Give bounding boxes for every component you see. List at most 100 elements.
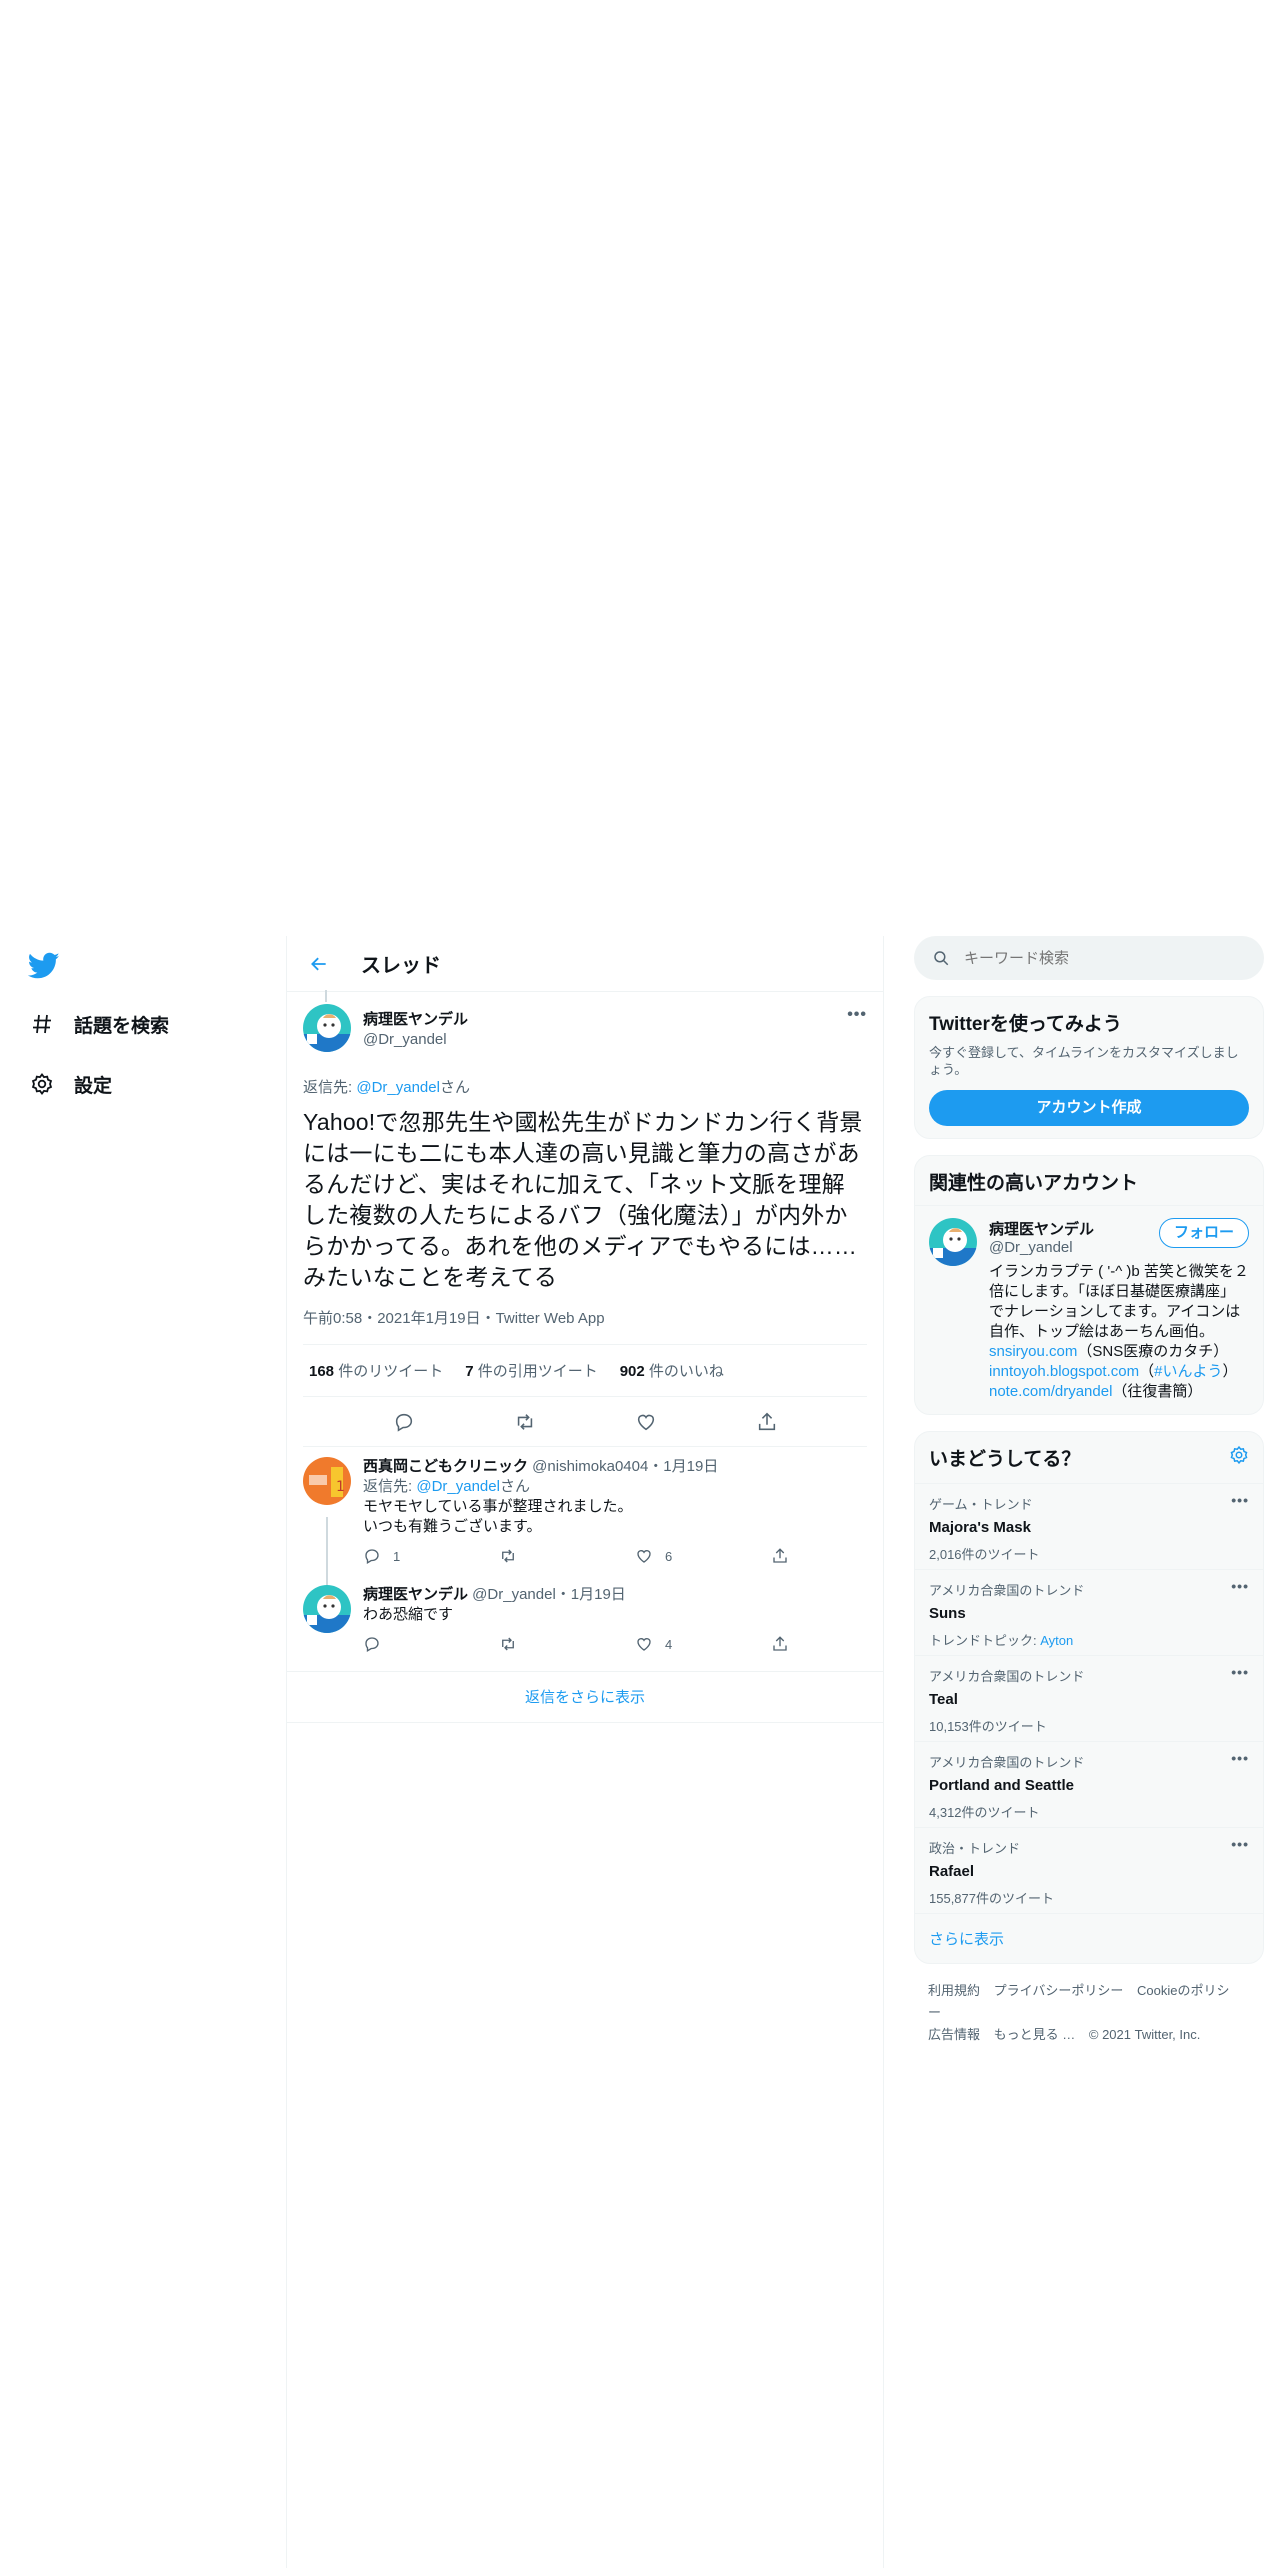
create-account-button[interactable]: アカウント作成: [929, 1090, 1249, 1126]
main-tweet: 病理医ヤンデル @Dr_yandel ••• 返信先: @Dr_yandelさん…: [287, 990, 883, 1447]
footer-ads-link[interactable]: 広告情報: [928, 2027, 980, 2042]
author-name[interactable]: 病理医ヤンデル: [363, 1008, 468, 1029]
like-button[interactable]: 4: [635, 1635, 771, 1653]
tweet-actions: [303, 1397, 867, 1447]
avatar[interactable]: [303, 1585, 351, 1633]
share-icon: [758, 1412, 775, 1430]
footer-terms-link[interactable]: 利用規約: [928, 1983, 980, 1998]
reply-button[interactable]: [386, 1404, 422, 1440]
trend-context: 政治・トレンド: [929, 1841, 1021, 1856]
trends-show-more-link[interactable]: さらに表示: [915, 1914, 1263, 1963]
back-button[interactable]: [301, 946, 337, 982]
signup-card: Twitterを使ってみよう 今すぐ登録して、タイムラインをカスタマイズしましょ…: [914, 996, 1264, 1139]
trend-topic-link[interactable]: Ayton: [1040, 1633, 1073, 1648]
more-options-icon[interactable]: •••: [1231, 1836, 1249, 1852]
footer-privacy-link[interactable]: プライバシーポリシー: [994, 1983, 1124, 1998]
reply-text-line: モヤモヤしている事が整理されました。: [363, 1498, 633, 1515]
svg-text:1: 1: [336, 1479, 345, 1495]
more-options-icon[interactable]: •••: [1231, 1664, 1249, 1680]
twitter-logo-icon[interactable]: [27, 952, 62, 982]
search-box[interactable]: [914, 936, 1264, 980]
reply-icon: [395, 1413, 412, 1432]
bio-hashtag-link[interactable]: #いんよう: [1154, 1363, 1222, 1380]
thread-column: スレッド 病理医ヤンデル @Dr_yandel ••• 返信先: @Dr_yan…: [286, 936, 884, 2568]
quote-count: 7: [465, 1363, 474, 1380]
related-account-name[interactable]: 病理医ヤンデル: [989, 1218, 1094, 1239]
related-accounts-card: 関連性の高いアカウント 病理医ヤンデル @Dr_yandel フォロー イランカ…: [914, 1155, 1264, 1415]
retweet-button[interactable]: [499, 1635, 635, 1653]
related-account-bio: イランカラプテ ( '-^ )b 苦笑と微笑を２倍にします。「ほぼ日基礎医療講座…: [989, 1262, 1249, 1402]
bio-link[interactable]: inntoyoh.blogspot.com: [989, 1363, 1139, 1380]
retweet-count-link[interactable]: 168 件のリツイート: [309, 1360, 443, 1381]
reply-author-handle[interactable]: @Dr_yandel・1月19日: [468, 1586, 626, 1603]
reply-mention-link[interactable]: @Dr_yandel: [416, 1478, 500, 1495]
reply-mention-link[interactable]: @Dr_yandel: [356, 1079, 440, 1096]
like-count-link[interactable]: 902 件のいいね: [620, 1360, 724, 1381]
show-more-replies-link[interactable]: 返信をさらに表示: [287, 1671, 883, 1723]
reply-tweet[interactable]: 病理医ヤンデル @Dr_yandel・1月19日 わあ恐縮です 4: [287, 1573, 883, 1661]
trends-settings-gear-icon[interactable]: [1229, 1445, 1249, 1470]
nav-explore[interactable]: 話題を検索: [28, 1004, 169, 1044]
follow-button[interactable]: フォロー: [1158, 1218, 1249, 1248]
retweet-button[interactable]: [507, 1404, 543, 1440]
author-handle[interactable]: @Dr_yandel: [363, 1031, 468, 1048]
bio-link[interactable]: note.com/dryandel: [989, 1383, 1112, 1400]
share-button[interactable]: [749, 1404, 785, 1440]
like-count: 902: [619, 1363, 645, 1380]
reply-button[interactable]: 1: [363, 1547, 499, 1565]
share-icon: [773, 1636, 787, 1651]
retweet-button[interactable]: [499, 1547, 635, 1565]
like-button[interactable]: 6: [635, 1547, 771, 1565]
footer-more-link[interactable]: もっと見る …: [994, 2027, 1076, 2042]
more-options-icon[interactable]: •••: [847, 1006, 867, 1024]
retweet-icon: [502, 1549, 514, 1563]
reply-to-line: 返信先: @Dr_yandelさん: [363, 1477, 907, 1497]
reply-author-name[interactable]: 西真岡こどもクリニック: [363, 1458, 528, 1475]
share-button[interactable]: [771, 1635, 907, 1653]
quote-count-link[interactable]: 7 件の引用ツイート: [465, 1360, 598, 1381]
avatar[interactable]: [303, 1004, 351, 1052]
trends-title: いまどうしてる？: [929, 1449, 1081, 1470]
bio-text: ）: [1222, 1363, 1238, 1380]
trend-item[interactable]: ゲーム・トレンド Majora's Mask 2,016件のツイート •••: [915, 1484, 1263, 1570]
related-account-handle[interactable]: @Dr_yandel: [989, 1239, 1094, 1256]
trend-topic-label: トレンドトピック:: [929, 1633, 1041, 1648]
trend-item[interactable]: 政治・トレンド Rafael 155,877件のツイート •••: [915, 1828, 1263, 1914]
thread-header: スレッド: [287, 936, 883, 992]
more-options-icon[interactable]: •••: [1231, 1492, 1249, 1508]
reply-author-name[interactable]: 病理医ヤンデル: [363, 1586, 468, 1603]
signup-title: Twitterを使ってみよう: [929, 1014, 1122, 1035]
like-count: 4: [665, 1636, 673, 1652]
more-options-icon[interactable]: •••: [1231, 1578, 1249, 1594]
trend-count: 4,312件のツイート: [929, 1805, 1040, 1820]
search-icon: [934, 951, 949, 966]
trend-count: トレンドトピック: Ayton: [929, 1630, 1249, 1649]
share-button[interactable]: [771, 1547, 907, 1565]
trend-item[interactable]: アメリカ合衆国のトレンド Suns トレンドトピック: Ayton •••: [915, 1570, 1263, 1656]
trend-item[interactable]: アメリカ合衆国のトレンド Teal 10,153件のツイート •••: [915, 1656, 1263, 1742]
trend-name: Majora's Mask: [929, 1519, 1031, 1536]
bio-link[interactable]: snsiryou.com: [989, 1343, 1077, 1360]
retweet-icon: [517, 1413, 532, 1430]
tweet-timestamp[interactable]: 午前0:58・2021年1月19日・Twitter Web App: [303, 1307, 867, 1345]
avatar[interactable]: [929, 1218, 977, 1266]
trend-name: Portland and Seattle: [929, 1777, 1075, 1794]
trend-item[interactable]: アメリカ合衆国のトレンド Portland and Seattle 4,312件…: [915, 1742, 1263, 1828]
reply-author-handle[interactable]: @nishimoka0404・1月19日: [528, 1458, 718, 1475]
reply-actions: 4: [363, 1627, 907, 1661]
like-button[interactable]: [628, 1404, 664, 1440]
thread-connector: [325, 990, 327, 1002]
reply-button[interactable]: [363, 1635, 499, 1653]
trend-name: Teal: [929, 1691, 958, 1708]
more-options-icon[interactable]: •••: [1231, 1750, 1249, 1766]
search-input[interactable]: [964, 949, 1224, 967]
hashtag-icon: [28, 1010, 56, 1038]
avatar[interactable]: 1: [303, 1457, 351, 1505]
related-account[interactable]: 病理医ヤンデル @Dr_yandel フォロー イランカラプテ ( '-^ )b…: [915, 1206, 1263, 1414]
retweet-count-label: 件のリツイート: [334, 1363, 444, 1380]
trend-context: アメリカ合衆国のトレンド: [929, 1755, 1085, 1770]
reply-tweet[interactable]: 1 西真岡こどもクリニック @nishimoka0404・1月19日 返信先: …: [287, 1447, 883, 1587]
nav-settings[interactable]: 設定: [28, 1064, 112, 1104]
reply-to-line: 返信先: @Dr_yandelさん: [303, 1076, 867, 1097]
nav-settings-label: 設定: [74, 1075, 113, 1097]
